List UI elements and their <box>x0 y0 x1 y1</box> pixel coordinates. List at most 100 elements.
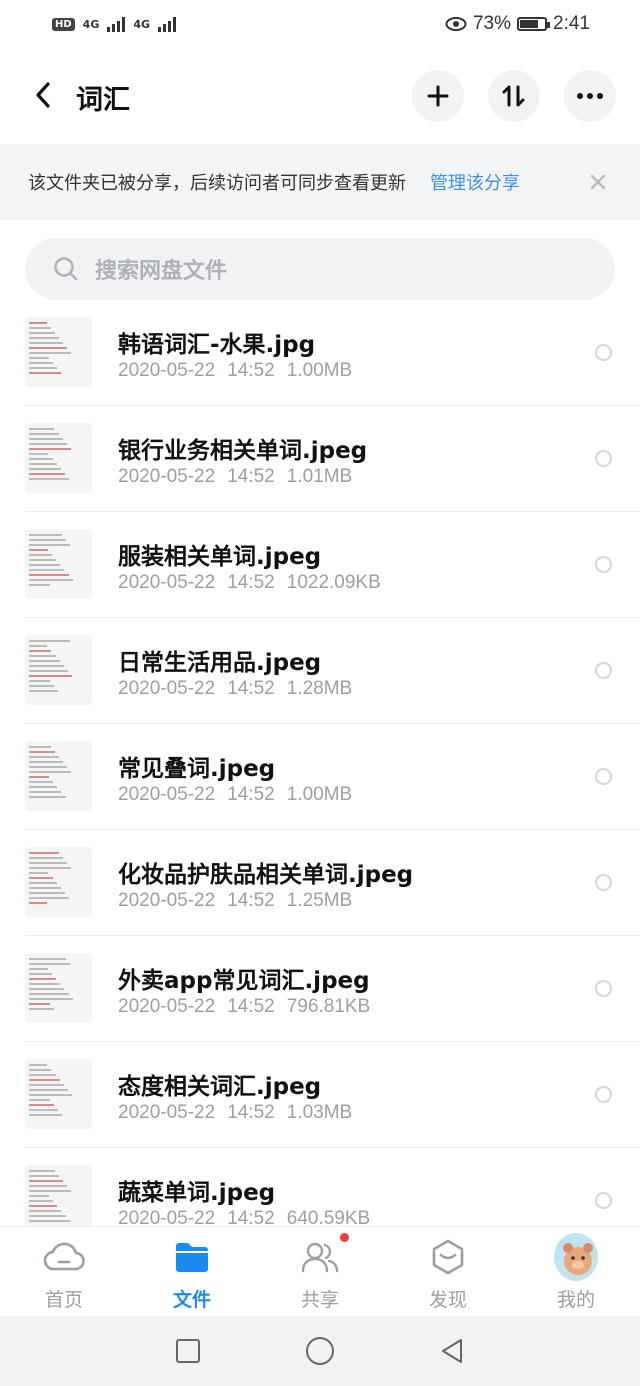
search-icon <box>54 257 78 281</box>
file-size: 796.81KB <box>286 996 371 1017</box>
file-name: 态度相关词汇.jpeg <box>118 1074 322 1100</box>
back-triangle-icon[interactable] <box>437 1336 467 1366</box>
file-time: 14:52 <box>227 996 275 1017</box>
file-name: 常见叠词.jpeg <box>118 756 276 782</box>
system-nav-bar <box>0 1316 640 1386</box>
discover-icon <box>426 1235 470 1279</box>
header: 词汇 <box>0 66 640 126</box>
select-checkbox[interactable] <box>595 662 612 679</box>
file-date: 2020-05-22 <box>118 572 216 593</box>
file-size: 1.00MB <box>286 360 353 381</box>
list-item[interactable]: 化妆品护肤品相关单词.jpeg 2020-05-22 14:52 1.25MB <box>25 830 640 936</box>
file-thumbnail <box>25 953 92 1023</box>
search-placeholder: 搜索网盘文件 <box>95 259 228 284</box>
more-icon <box>577 93 603 99</box>
search-input[interactable]: 搜索网盘文件 <box>25 238 615 300</box>
home-icon[interactable] <box>305 1336 335 1366</box>
list-item[interactable]: 服装相关单词.jpeg 2020-05-22 14:52 1022.09KB <box>25 512 640 618</box>
back-icon[interactable] <box>28 80 58 110</box>
sort-button[interactable] <box>488 70 540 122</box>
file-date: 2020-05-22 <box>118 360 216 381</box>
file-time: 14:52 <box>227 678 275 699</box>
select-checkbox[interactable] <box>595 1192 612 1209</box>
select-checkbox[interactable] <box>595 556 612 573</box>
clock: 2:41 <box>553 13 590 34</box>
file-thumbnail <box>25 529 92 599</box>
page-title: 词汇 <box>76 85 130 116</box>
close-icon[interactable] <box>584 168 612 196</box>
list-item[interactable]: 态度相关词汇.jpeg 2020-05-22 14:52 1.03MB <box>25 1042 640 1148</box>
folder-icon <box>170 1235 214 1279</box>
file-date: 2020-05-22 <box>118 1102 216 1123</box>
people-icon <box>298 1235 342 1279</box>
file-size: 640.59KB <box>286 1208 371 1226</box>
file-meta: 2020-05-22 14:52 1.28MB <box>118 678 364 700</box>
select-checkbox[interactable] <box>595 980 612 997</box>
file-name: 外卖app常见词汇.jpeg <box>118 968 370 994</box>
file-thumbnail <box>25 1059 92 1129</box>
select-checkbox[interactable] <box>595 1086 612 1103</box>
notification-dot <box>340 1233 349 1242</box>
file-size: 1.01MB <box>286 466 353 487</box>
file-thumbnail <box>25 423 92 493</box>
recent-apps-icon[interactable] <box>173 1336 203 1366</box>
cloud-icon <box>42 1235 86 1279</box>
file-name: 日常生活用品.jpeg <box>118 650 322 676</box>
file-date: 2020-05-22 <box>118 466 216 487</box>
bottom-nav: 首页 文件 共享 发现 我的 <box>0 1226 640 1316</box>
nav-label: 我的 <box>556 1289 595 1311</box>
nav-label: 共享 <box>300 1289 339 1311</box>
battery-percent: 73% <box>472 13 512 34</box>
file-time: 14:52 <box>227 360 275 381</box>
battery-icon <box>517 17 551 31</box>
signal-icon <box>107 16 126 32</box>
file-meta: 2020-05-22 14:52 1.25MB <box>118 890 364 912</box>
status-right: 73% 2:41 <box>445 13 590 35</box>
file-thumbnail <box>25 741 92 811</box>
nav-profile[interactable]: 我的 <box>512 1227 640 1316</box>
eye-icon <box>445 17 467 31</box>
nav-home[interactable]: 首页 <box>0 1227 128 1316</box>
file-date: 2020-05-22 <box>118 890 216 911</box>
select-checkbox[interactable] <box>595 768 612 785</box>
file-date: 2020-05-22 <box>118 996 216 1017</box>
file-meta: 2020-05-22 14:52 640.59KB <box>118 1208 382 1226</box>
file-time: 14:52 <box>227 784 275 805</box>
file-time: 14:52 <box>227 1102 275 1123</box>
signal-icon <box>158 16 177 32</box>
file-meta: 2020-05-22 14:52 1.03MB <box>118 1102 364 1124</box>
manage-share-link[interactable]: 管理该分享 <box>430 169 520 195</box>
avatar <box>554 1233 598 1281</box>
select-checkbox[interactable] <box>595 450 612 467</box>
list-item[interactable]: 韩语词汇-水果.jpg 2020-05-22 14:52 1.00MB <box>25 300 640 406</box>
file-name: 银行业务相关单词.jpeg <box>118 438 368 464</box>
more-button[interactable] <box>564 70 616 122</box>
file-time: 14:52 <box>227 572 275 593</box>
nav-label: 首页 <box>44 1289 83 1311</box>
file-thumbnail <box>25 635 92 705</box>
battery-fill <box>520 20 538 28</box>
list-item[interactable]: 外卖app常见词汇.jpeg 2020-05-22 14:52 796.81KB <box>25 936 640 1042</box>
file-meta: 2020-05-22 14:52 796.81KB <box>118 996 382 1018</box>
list-item[interactable]: 蔬菜单词.jpeg 2020-05-22 14:52 640.59KB <box>25 1148 640 1226</box>
nav-discover[interactable]: 发现 <box>384 1227 512 1316</box>
add-button[interactable] <box>412 70 464 122</box>
select-checkbox[interactable] <box>595 344 612 361</box>
file-thumbnail <box>25 1165 92 1226</box>
plus-icon <box>427 85 449 107</box>
network-label-1: 4G <box>82 17 100 31</box>
nav-files[interactable]: 文件 <box>128 1227 256 1316</box>
file-date: 2020-05-22 <box>118 678 216 699</box>
select-checkbox[interactable] <box>595 874 612 891</box>
list-item[interactable]: 银行业务相关单词.jpeg 2020-05-22 14:52 1.01MB <box>25 406 640 512</box>
nav-share[interactable]: 共享 <box>256 1227 384 1316</box>
nav-label: 发现 <box>428 1289 467 1311</box>
file-thumbnail <box>25 847 92 917</box>
share-banner-text: 该文件夹已被分享，后续访问者可同步查看更新 <box>28 173 406 194</box>
file-size: 1022.09KB <box>286 572 381 593</box>
share-banner: 该文件夹已被分享，后续访问者可同步查看更新 管理该分享 <box>0 144 640 220</box>
list-item[interactable]: 常见叠词.jpeg 2020-05-22 14:52 1.00MB <box>25 724 640 830</box>
file-name: 韩语词汇-水果.jpg <box>118 332 316 358</box>
file-time: 14:52 <box>227 466 275 487</box>
list-item[interactable]: 日常生活用品.jpeg 2020-05-22 14:52 1.28MB <box>25 618 640 724</box>
